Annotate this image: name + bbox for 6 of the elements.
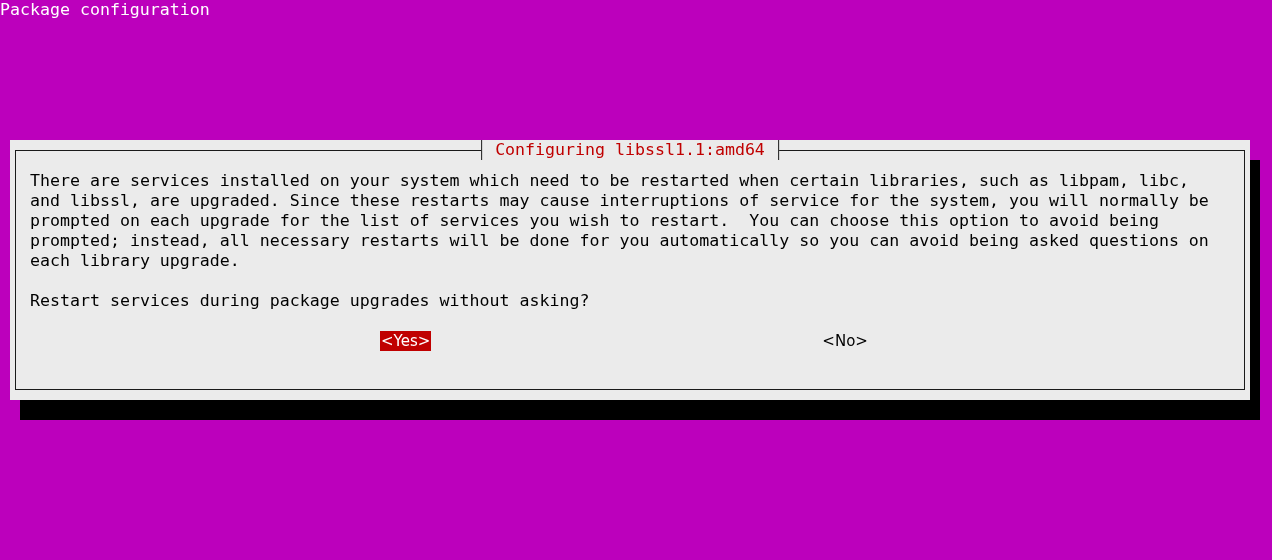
dialog-question: Restart services during package upgrades without asking? (30, 291, 590, 311)
dialog-message: There are services installed on your system which need to be restarted when certain libraries, such as libpam, libc, and libssl, are upgraded. Since these restarts may cause interruptions of service for the system, you will normally be prompted on each upgrade for the list of services you wish to restart. You can choose this option to avoid being prompted; instead, all necessary restarts will be done for you automatically so you can avoid being asked questions on each library upgrade. (30, 171, 1210, 271)
dialog-button[interactable]: <No> (821, 331, 869, 351)
dialog-title: Configuring libssl1.1:amd64 (481, 140, 779, 160)
screen-title: Package configuration (0, 0, 210, 20)
dialog-button[interactable]: <Yes> (380, 331, 432, 351)
